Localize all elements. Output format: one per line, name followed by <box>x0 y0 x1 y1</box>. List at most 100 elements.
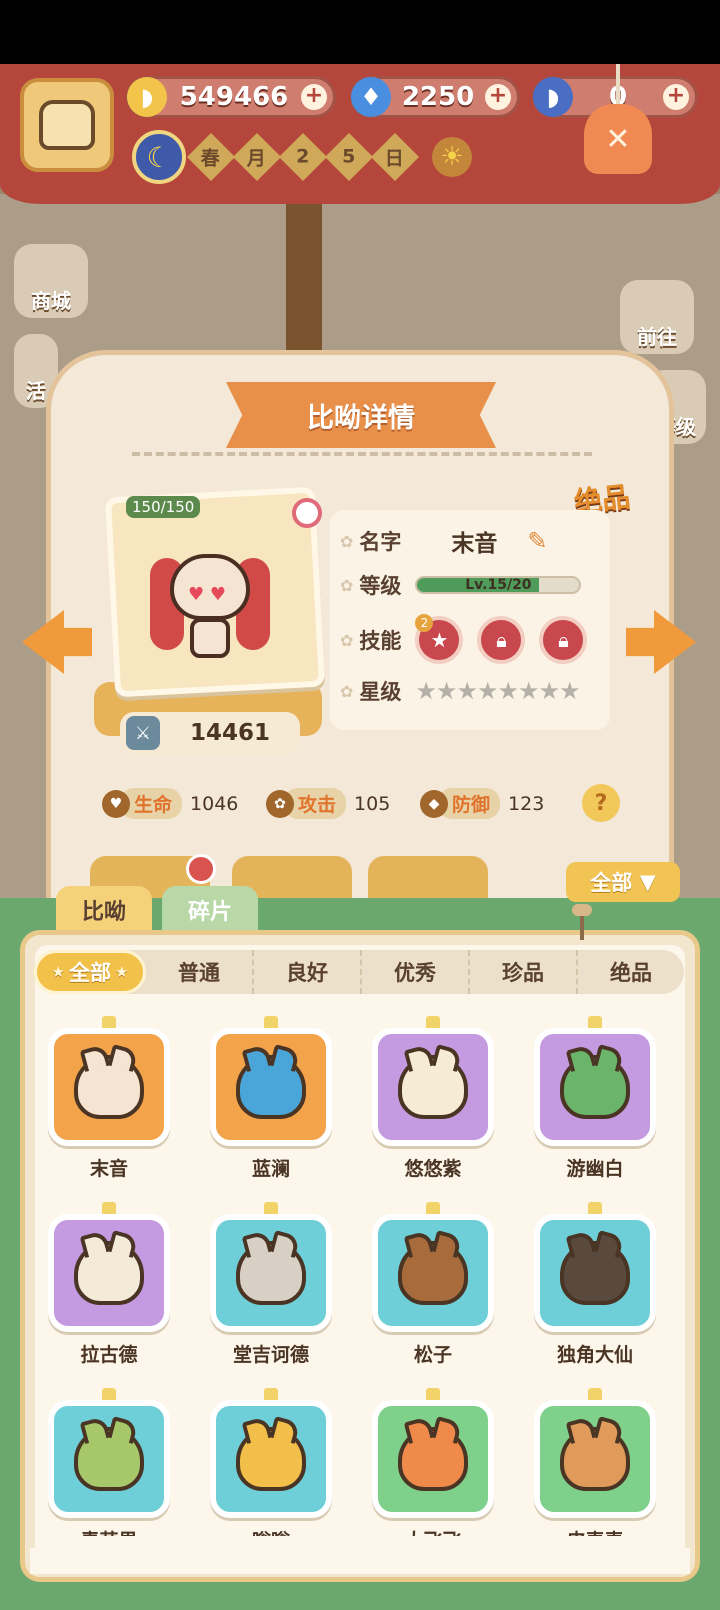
name-row: ✿ 名字 末音 ✎ <box>340 524 548 558</box>
quality-filter-legendary[interactable]: 绝品 <box>578 950 684 994</box>
character-thumbnail <box>534 1028 656 1146</box>
character-cell[interactable]: 嗡嗡 <box>206 1388 336 1536</box>
star-icon: ★ <box>435 677 458 705</box>
sun-weather-icon[interactable]: ☀ <box>432 137 472 177</box>
character-cell[interactable]: 堂吉诃德 <box>206 1202 336 1372</box>
resource-banana: ◗ 549466 + <box>126 76 336 118</box>
level-text: Lv.15/20 <box>465 577 532 593</box>
star-icon: ★ <box>115 963 129 981</box>
equipment-slot[interactable] <box>368 856 488 900</box>
character-cell[interactable]: 悠悠紫 <box>368 1016 498 1186</box>
character-portrait: ♥ ♥ <box>150 548 270 668</box>
stat-defense: ◆ 防御 123 <box>420 788 544 819</box>
date-char: 春 <box>186 132 236 182</box>
resource-banana-value: 549466 <box>179 82 289 112</box>
character-figure <box>398 1241 468 1305</box>
hp-badge: 150/150 <box>126 496 201 518</box>
quality-filter-all[interactable]: ★ 全部 ★ <box>34 950 146 994</box>
blue-banana-icon: ◗ <box>533 77 573 117</box>
character-body <box>190 618 230 658</box>
triangle-down-icon: ▼ <box>632 870 656 894</box>
character-cell[interactable]: 皮麦麦 <box>530 1388 660 1536</box>
level-progress-bar: Lv.15/20 <box>415 576 582 594</box>
star-icon: ★ <box>517 677 540 705</box>
quality-filter-good[interactable]: 良好 <box>254 950 362 994</box>
character-figure <box>398 1427 468 1491</box>
player-avatar[interactable] <box>20 78 114 172</box>
side-menu-goto[interactable]: 前往 <box>620 280 694 354</box>
avatar-face <box>39 100 95 150</box>
stat-attack: ✿ 攻击 105 <box>266 788 390 819</box>
filter-dropdown[interactable]: 全部 ▼ <box>566 862 680 902</box>
star-rating: ★★★★★★★★ <box>415 677 580 705</box>
character-thumbnail <box>48 1400 170 1518</box>
character-name: 末音 <box>451 531 498 557</box>
close-button[interactable]: ✕ <box>584 104 652 174</box>
character-thumbnail <box>48 1028 170 1146</box>
character-cell[interactable]: 游幽白 <box>530 1016 660 1186</box>
banana-icon: ◗ <box>127 77 167 117</box>
remove-icon[interactable] <box>186 854 216 884</box>
add-flame-button[interactable]: + <box>485 84 511 110</box>
help-button[interactable]: ? <box>582 784 620 822</box>
resource-flame-value: 2250 <box>401 82 475 112</box>
character-figure <box>560 1427 630 1491</box>
tab-fragments[interactable]: 碎片 <box>162 886 258 934</box>
quality-filter-label: 全部 <box>69 961 111 985</box>
character-thumbnail <box>534 1214 656 1332</box>
character-cell[interactable]: 松子 <box>368 1202 498 1372</box>
character-name: 蓝澜 <box>251 1158 290 1180</box>
star-icon: ★ <box>476 677 499 705</box>
paw-icon: ✿ <box>340 575 354 595</box>
stat-value: 1046 <box>190 792 239 815</box>
character-thumbnail <box>210 1400 332 1518</box>
skill-level-badge: 2 <box>415 614 434 632</box>
character-name: 悠悠紫 <box>404 1158 462 1180</box>
character-name: 松子 <box>413 1344 452 1366</box>
character-cell[interactable]: 蓝澜 <box>206 1016 336 1186</box>
skill-slot-locked[interactable]: 🔒︎ <box>539 616 588 664</box>
side-menu-label: 活 <box>26 379 46 403</box>
character-cell[interactable]: 青苹果 <box>44 1388 174 1536</box>
character-figure <box>398 1055 468 1119</box>
character-figure <box>236 1055 306 1119</box>
name-label: 名字 <box>359 530 402 554</box>
skill-slot-locked[interactable]: 🔒︎ <box>477 616 526 664</box>
side-menu-shop[interactable]: 商城 <box>14 244 88 318</box>
date-bar: ☾ 春 月 2 5 日 ☀ <box>132 130 472 184</box>
quality-filter-normal[interactable]: 普通 <box>146 950 254 994</box>
date-char: 2 <box>278 132 328 182</box>
skill-label: 技能 <box>359 629 402 653</box>
stat-value: 123 <box>508 792 545 815</box>
character-cell[interactable]: 大飞飞 <box>368 1388 498 1536</box>
shield-icon: ◆ <box>420 789 448 818</box>
star-row: ✿ 星级 ★★★★★★★★ <box>340 676 581 706</box>
star-icon: ★ <box>538 677 561 705</box>
skill-slot-active[interactable]: ★ 2 <box>415 614 464 664</box>
character-cell[interactable]: 独角大仙 <box>530 1202 660 1372</box>
quality-filter-rare[interactable]: 珍品 <box>470 950 578 994</box>
character-thumbnail <box>210 1214 332 1332</box>
character-name: 嗡嗡 <box>206 1526 336 1536</box>
character-cell[interactable]: 末音 <box>44 1016 174 1186</box>
quality-filter-excellent[interactable]: 优秀 <box>362 950 470 994</box>
edit-name-icon[interactable]: ✎ <box>527 527 547 555</box>
character-name: 拉古德 <box>80 1344 138 1366</box>
star-icon: ★ <box>497 677 519 705</box>
character-cell[interactable]: 拉古德 <box>44 1202 174 1372</box>
crossed-swords-icon: ⚔ <box>126 716 160 750</box>
power-value: 14461 <box>189 720 271 746</box>
blue-flame-icon: ♦ <box>351 77 391 117</box>
character-thumbnail <box>534 1400 656 1518</box>
star-icon: ★ <box>51 963 65 981</box>
heart-glasses-icon: ♥ ♥ <box>188 584 226 605</box>
panel-bottom-edge <box>30 1548 690 1574</box>
close-tag-string <box>616 64 620 108</box>
add-banana-button[interactable]: + <box>301 84 327 110</box>
character-name: 独角大仙 <box>556 1344 633 1366</box>
add-blue-banana-button[interactable]: + <box>663 84 689 110</box>
tab-biyou[interactable]: 比呦 <box>56 886 152 934</box>
resource-flame: ♦ 2250 + <box>350 76 520 118</box>
lock-icon: 🔒︎ <box>558 628 569 652</box>
moon-icon: ☾ <box>132 130 186 184</box>
